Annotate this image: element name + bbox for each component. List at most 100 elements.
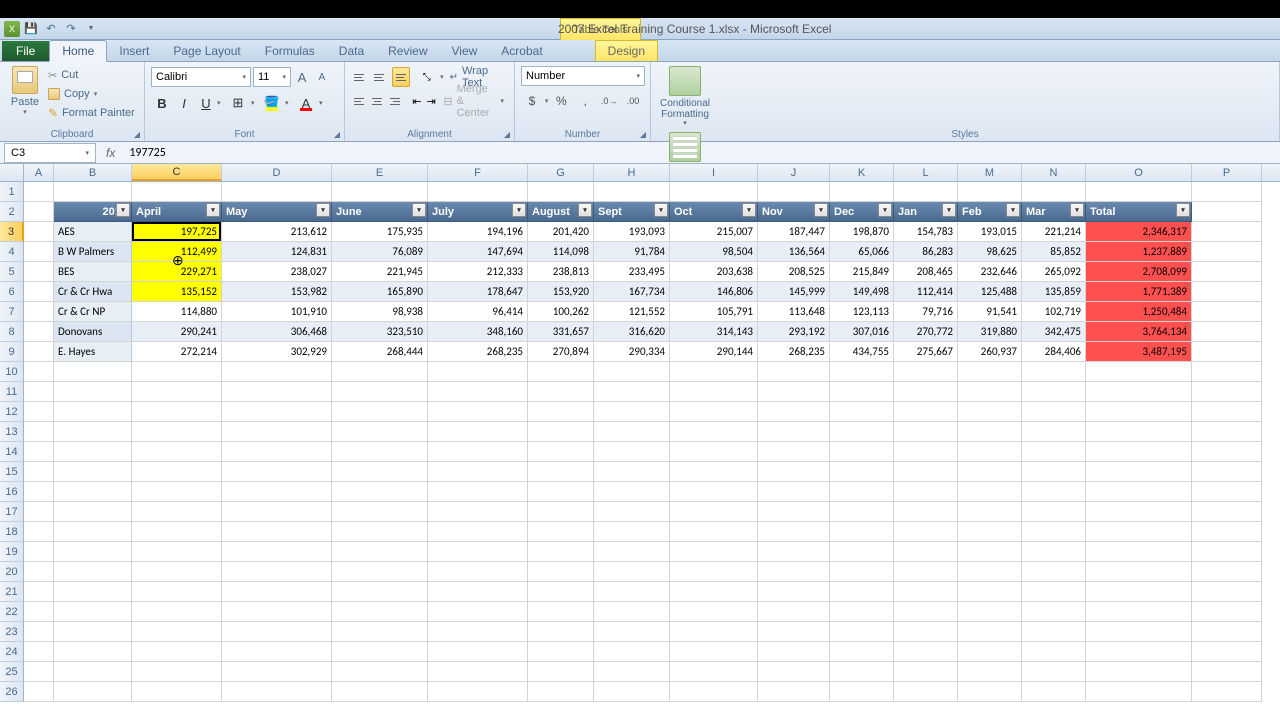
formulas-tab[interactable]: Formulas <box>253 41 327 61</box>
row-header[interactable]: 6 <box>0 282 24 302</box>
cell[interactable] <box>958 582 1022 602</box>
cell[interactable]: Feb▾ <box>958 202 1022 222</box>
cell[interactable] <box>332 182 428 202</box>
cell[interactable] <box>24 462 54 482</box>
cell[interactable] <box>830 642 894 662</box>
cell[interactable]: 146,806 <box>670 282 758 302</box>
cell[interactable]: 102,719 <box>1022 302 1086 322</box>
cell[interactable]: Total▾ <box>1086 202 1192 222</box>
row-header[interactable]: 12 <box>0 402 24 422</box>
undo-icon[interactable]: ↶ <box>42 20 60 38</box>
cell[interactable] <box>24 242 54 262</box>
filter-icon[interactable]: ▾ <box>942 203 956 217</box>
col-header[interactable]: N <box>1022 164 1086 181</box>
cell[interactable]: 101,910 <box>222 302 332 322</box>
cell[interactable] <box>958 382 1022 402</box>
cell[interactable] <box>54 682 132 702</box>
cell[interactable] <box>54 582 132 602</box>
filter-icon[interactable]: ▾ <box>742 203 756 217</box>
cell[interactable]: 198,870 <box>830 222 894 242</box>
cell[interactable] <box>1086 682 1192 702</box>
filter-icon[interactable]: ▾ <box>1176 203 1190 217</box>
cell[interactable]: 125,488 <box>958 282 1022 302</box>
filter-icon[interactable]: ▾ <box>1070 203 1084 217</box>
cell[interactable] <box>428 442 528 462</box>
cell[interactable] <box>1022 522 1086 542</box>
cell[interactable] <box>1022 422 1086 442</box>
cell[interactable] <box>670 582 758 602</box>
cell[interactable] <box>1086 182 1192 202</box>
cell[interactable] <box>332 582 428 602</box>
cell[interactable]: 268,235 <box>758 342 830 362</box>
cell[interactable] <box>54 562 132 582</box>
cell[interactable] <box>1192 662 1262 682</box>
cell[interactable] <box>758 182 830 202</box>
cell[interactable] <box>332 662 428 682</box>
cell[interactable] <box>428 362 528 382</box>
insert-tab[interactable]: Insert <box>107 41 161 61</box>
cell[interactable] <box>1192 402 1262 422</box>
cell[interactable]: 96,414 <box>428 302 528 322</box>
cell[interactable] <box>54 362 132 382</box>
row-header[interactable]: 18 <box>0 522 24 542</box>
cell[interactable] <box>332 642 428 662</box>
cell[interactable] <box>1086 442 1192 462</box>
cell[interactable] <box>132 522 222 542</box>
borders-button[interactable]: ⊞ <box>225 92 251 114</box>
col-header[interactable]: F <box>428 164 528 181</box>
cell[interactable] <box>222 642 332 662</box>
cell[interactable]: 268,444 <box>332 342 428 362</box>
cell[interactable] <box>428 422 528 442</box>
cell[interactable]: 208,465 <box>894 262 958 282</box>
row-header[interactable]: 23 <box>0 622 24 642</box>
cell[interactable] <box>1086 642 1192 662</box>
filter-icon[interactable]: ▾ <box>814 203 828 217</box>
row-header[interactable]: 1 <box>0 182 24 202</box>
cell[interactable] <box>670 662 758 682</box>
cell[interactable] <box>428 562 528 582</box>
cell[interactable] <box>830 442 894 462</box>
cell[interactable]: 275,667 <box>894 342 958 362</box>
cell[interactable] <box>670 462 758 482</box>
cell[interactable]: 123,113 <box>830 302 894 322</box>
cell[interactable] <box>958 522 1022 542</box>
cell[interactable] <box>830 362 894 382</box>
cell[interactable] <box>132 582 222 602</box>
cell[interactable] <box>132 682 222 702</box>
increase-decimal-button[interactable]: .0→ <box>598 90 620 112</box>
cell[interactable] <box>132 182 222 202</box>
cell[interactable]: 307,016 <box>830 322 894 342</box>
cell[interactable] <box>594 582 670 602</box>
col-header[interactable]: E <box>332 164 428 181</box>
cell[interactable] <box>54 442 132 462</box>
row-header[interactable]: 3 <box>0 222 24 242</box>
cell[interactable] <box>1086 362 1192 382</box>
cell[interactable] <box>1022 582 1086 602</box>
cell[interactable] <box>528 662 594 682</box>
cell[interactable] <box>1086 382 1192 402</box>
cell[interactable]: 265,092 <box>1022 262 1086 282</box>
cell[interactable] <box>332 622 428 642</box>
cell[interactable]: 272,214 <box>132 342 222 362</box>
cell[interactable] <box>332 382 428 402</box>
cell[interactable] <box>24 582 54 602</box>
cell[interactable]: 238,027 <box>222 262 332 282</box>
cell[interactable] <box>1086 522 1192 542</box>
cell[interactable] <box>24 182 54 202</box>
cell[interactable] <box>428 582 528 602</box>
cell[interactable] <box>1022 542 1086 562</box>
cell[interactable]: 193,015 <box>958 222 1022 242</box>
cell[interactable]: 1,771,389 <box>1086 282 1192 302</box>
cell[interactable]: June▾ <box>332 202 428 222</box>
col-header[interactable]: G <box>528 164 594 181</box>
cell[interactable] <box>332 542 428 562</box>
cell[interactable]: 316,620 <box>594 322 670 342</box>
cell[interactable]: Cr & Cr Hwa <box>54 282 132 302</box>
cell[interactable] <box>24 602 54 622</box>
cell[interactable] <box>958 442 1022 462</box>
cell[interactable] <box>24 542 54 562</box>
cell[interactable]: 65,066 <box>830 242 894 262</box>
cell[interactable] <box>132 402 222 422</box>
cell[interactable] <box>1192 442 1262 462</box>
cell[interactable] <box>54 402 132 422</box>
